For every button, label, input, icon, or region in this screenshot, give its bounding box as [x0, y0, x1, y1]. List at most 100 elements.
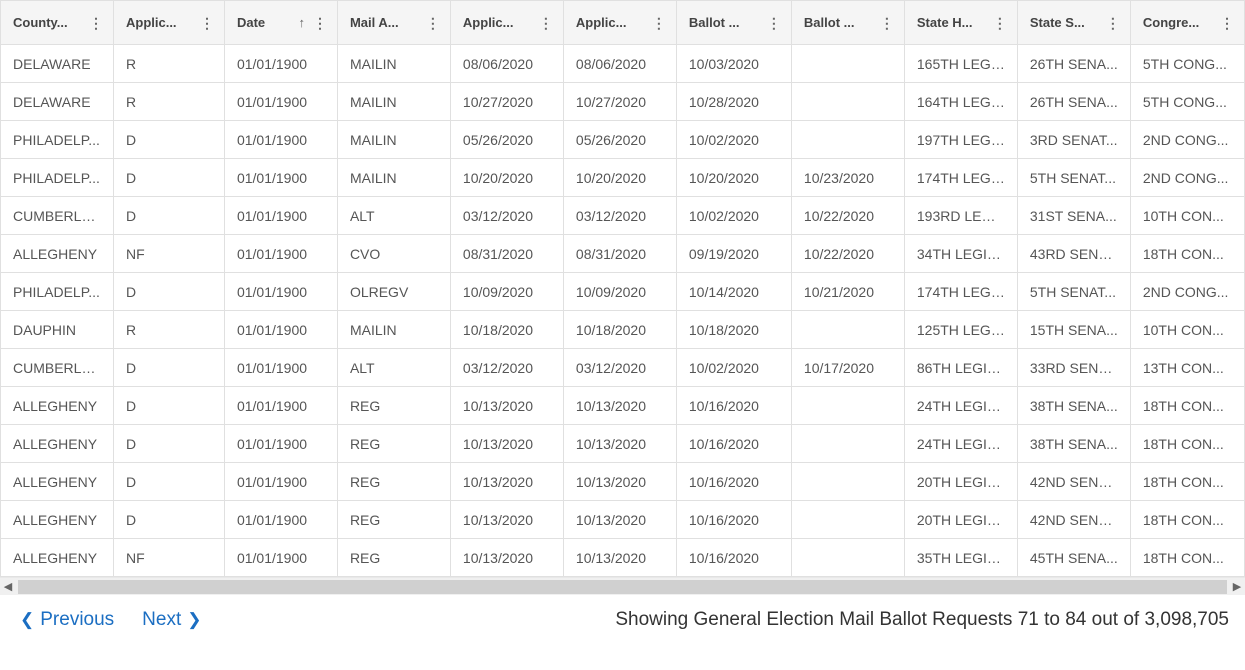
table-cell: 10TH CON... — [1130, 197, 1244, 235]
previous-button[interactable]: ❮ Previous — [20, 609, 114, 631]
table-cell: 24TH LEGIS... — [904, 425, 1017, 463]
table-cell: 5TH SENAT... — [1017, 273, 1130, 311]
table-cell: REG — [337, 501, 450, 539]
scroll-thumb[interactable] — [18, 580, 1227, 594]
table-row[interactable]: CUMBERLA...D01/01/1900ALT03/12/202003/12… — [1, 197, 1245, 235]
table-cell — [791, 501, 904, 539]
column-header[interactable]: State H...⋮ — [904, 1, 1017, 45]
table-row[interactable]: ALLEGHENYD01/01/1900REG10/13/202010/13/2… — [1, 463, 1245, 501]
column-header[interactable]: Congre...⋮ — [1130, 1, 1244, 45]
column-header[interactable]: Applic... ⋮ — [563, 1, 676, 45]
scroll-left-arrow-icon[interactable]: ◀ — [0, 579, 16, 595]
column-menu-icon[interactable]: ⋮ — [85, 14, 107, 32]
table-cell: 10/02/2020 — [676, 349, 791, 387]
table-cell — [791, 45, 904, 83]
table-cell: 10/13/2020 — [450, 501, 563, 539]
table-cell: 01/01/1900 — [224, 159, 337, 197]
column-label: County... — [13, 15, 81, 30]
column-header[interactable]: County... ⋮ — [1, 1, 114, 45]
table-cell: 10/16/2020 — [676, 501, 791, 539]
table-cell: 01/01/1900 — [224, 539, 337, 577]
table-cell: ALLEGHENY — [1, 463, 114, 501]
table-cell: ALLEGHENY — [1, 501, 114, 539]
table-cell: ALT — [337, 197, 450, 235]
table-cell: 10/03/2020 — [676, 45, 791, 83]
table-cell: 18TH CON... — [1130, 501, 1244, 539]
table-cell: 10/09/2020 — [563, 273, 676, 311]
table-cell: 09/19/2020 — [676, 235, 791, 273]
table-cell: 10/02/2020 — [676, 197, 791, 235]
table-row[interactable]: ALLEGHENYD01/01/1900REG10/13/202010/13/2… — [1, 387, 1245, 425]
table-row[interactable]: ALLEGHENYD01/01/1900REG10/13/202010/13/2… — [1, 501, 1245, 539]
column-menu-icon[interactable]: ⋮ — [648, 14, 670, 32]
column-menu-icon[interactable]: ⋮ — [196, 14, 218, 32]
column-menu-icon[interactable]: ⋮ — [535, 14, 557, 32]
table-row[interactable]: PHILADELP...D01/01/1900MAILIN05/26/20200… — [1, 121, 1245, 159]
table-cell: 20TH LEGIS... — [904, 463, 1017, 501]
column-menu-icon[interactable]: ⋮ — [1102, 14, 1124, 32]
table-cell: 38TH SENA... — [1017, 387, 1130, 425]
column-menu-icon[interactable]: ⋮ — [763, 14, 785, 32]
table-cell — [791, 311, 904, 349]
table-cell — [791, 83, 904, 121]
table-row[interactable]: ALLEGHENYNF01/01/1900CVO08/31/202008/31/… — [1, 235, 1245, 273]
column-header[interactable]: Ballot ...⋮ — [676, 1, 791, 45]
table-row[interactable]: DELAWARER01/01/1900MAILIN08/06/202008/06… — [1, 45, 1245, 83]
table-cell: REG — [337, 463, 450, 501]
table-cell: 10TH CON... — [1130, 311, 1244, 349]
column-menu-icon[interactable]: ⋮ — [422, 14, 444, 32]
chevron-right-icon: ❯ — [187, 610, 201, 630]
table-cell: CVO — [337, 235, 450, 273]
scroll-track[interactable] — [18, 580, 1227, 594]
table-cell: 01/01/1900 — [224, 501, 337, 539]
table-cell — [791, 121, 904, 159]
table-cell: 10/13/2020 — [450, 463, 563, 501]
column-menu-icon[interactable]: ⋮ — [309, 14, 331, 32]
table-cell: D — [113, 501, 224, 539]
table-cell: 13TH CON... — [1130, 349, 1244, 387]
table-cell: MAILIN — [337, 121, 450, 159]
table-cell: 10/13/2020 — [563, 387, 676, 425]
table-cell: 10/20/2020 — [563, 159, 676, 197]
table-cell: 01/01/1900 — [224, 45, 337, 83]
table-row[interactable]: PHILADELP...D01/01/1900OLREGV10/09/20201… — [1, 273, 1245, 311]
table-row[interactable]: CUMBERLA...D01/01/1900ALT03/12/202003/12… — [1, 349, 1245, 387]
column-header[interactable]: Applic... ⋮ — [450, 1, 563, 45]
table-cell: CUMBERLA... — [1, 197, 114, 235]
table-cell: 01/01/1900 — [224, 311, 337, 349]
table-row[interactable]: PHILADELP...D01/01/1900MAILIN10/20/20201… — [1, 159, 1245, 197]
column-header[interactable]: State S...⋮ — [1017, 1, 1130, 45]
table-cell: 174TH LEGI... — [904, 273, 1017, 311]
column-menu-icon[interactable]: ⋮ — [989, 14, 1011, 32]
table-cell: 01/01/1900 — [224, 387, 337, 425]
column-header[interactable]: Date↑⋮ — [224, 1, 337, 45]
column-menu-icon[interactable]: ⋮ — [1216, 14, 1238, 32]
table-cell: MAILIN — [337, 83, 450, 121]
scroll-right-arrow-icon[interactable]: ▶ — [1229, 579, 1245, 595]
table-row[interactable]: DAUPHINR01/01/1900MAILIN10/18/202010/18/… — [1, 311, 1245, 349]
table-cell: 125TH LEGI... — [904, 311, 1017, 349]
table-cell: 10/27/2020 — [563, 83, 676, 121]
column-header[interactable]: Mail A...⋮ — [337, 1, 450, 45]
table-cell: 26TH SENA... — [1017, 83, 1130, 121]
horizontal-scrollbar[interactable]: ◀ ▶ — [0, 577, 1245, 595]
table-cell: 34TH LEGIS... — [904, 235, 1017, 273]
table-cell: PHILADELP... — [1, 159, 114, 197]
table-cell: MAILIN — [337, 311, 450, 349]
table-row[interactable]: ALLEGHENYNF01/01/1900REG10/13/202010/13/… — [1, 539, 1245, 577]
table-row[interactable]: DELAWARER01/01/1900MAILIN10/27/202010/27… — [1, 83, 1245, 121]
table-cell: 10/18/2020 — [676, 311, 791, 349]
column-header[interactable]: Applic...⋮ — [113, 1, 224, 45]
table: County...⋮Applic...⋮Date↑⋮Mail A...⋮Appl… — [0, 0, 1245, 577]
table-row[interactable]: ALLEGHENYD01/01/1900REG10/13/202010/13/2… — [1, 425, 1245, 463]
next-button[interactable]: Next ❯ — [142, 609, 201, 631]
column-label: Applic... — [463, 15, 531, 30]
column-label: Applic... — [576, 15, 644, 30]
table-cell: 5TH CONG... — [1130, 45, 1244, 83]
column-menu-icon[interactable]: ⋮ — [876, 14, 898, 32]
column-header[interactable]: Ballot ...⋮ — [791, 1, 904, 45]
table-cell: 10/18/2020 — [450, 311, 563, 349]
table-cell: D — [113, 463, 224, 501]
table-cell: D — [113, 197, 224, 235]
data-grid: County...⋮Applic...⋮Date↑⋮Mail A...⋮Appl… — [0, 0, 1245, 577]
